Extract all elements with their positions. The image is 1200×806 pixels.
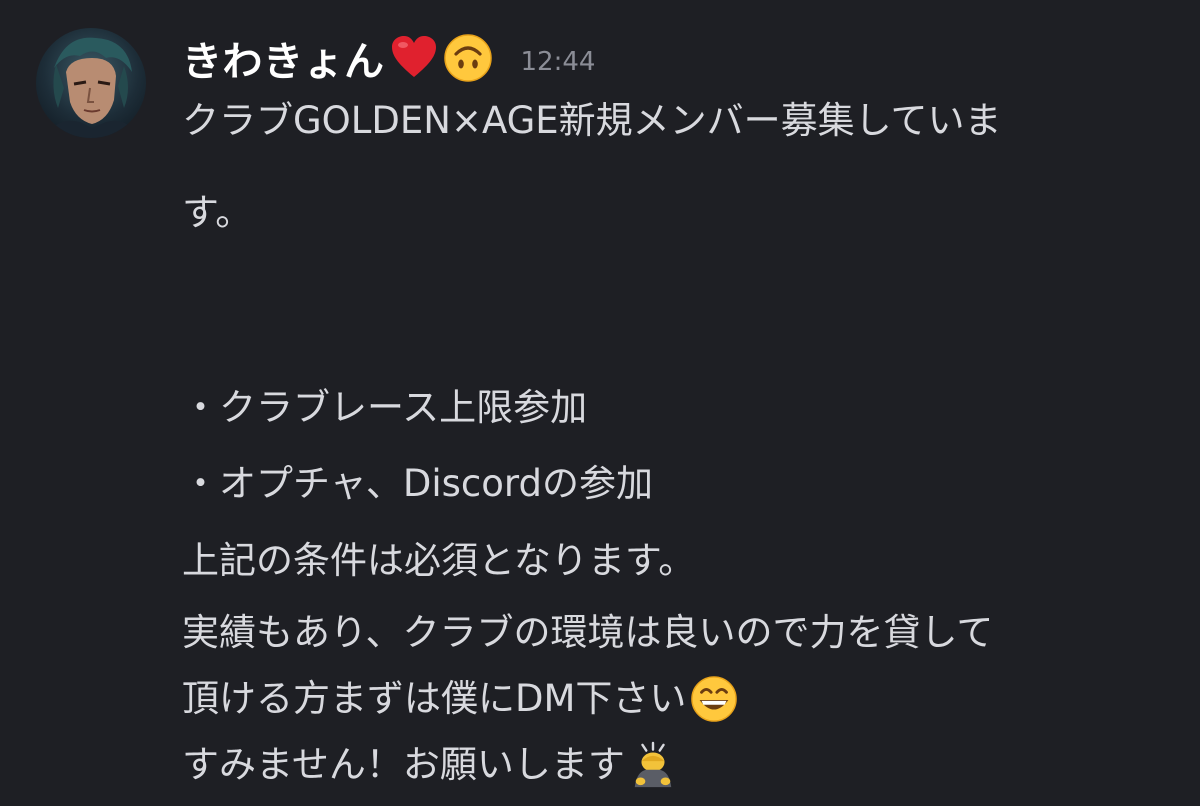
message-line-text: すみません！お願いします xyxy=(182,743,625,786)
message-line-text: ・オプチャ、Discordの参加 xyxy=(182,462,653,505)
username[interactable]: きわきょん xyxy=(182,29,385,87)
message-line: 実績もあり、クラブの環境は良いので力を貸して xyxy=(182,611,994,654)
chat-message: きわきょん 12:44 クラブGOLDEN×AGE新規メンバー募集していま す。… xyxy=(0,0,1200,791)
heart-emoji-icon xyxy=(389,33,439,83)
message-line: 上記の条件は必須となります。 xyxy=(182,539,696,582)
message-line: クラブGOLDEN×AGE新規メンバー募集していま xyxy=(182,99,1002,142)
message-content: クラブGOLDEN×AGE新規メンバー募集していま す。 ・クラブレース上限参加… xyxy=(182,92,1172,798)
grinning-face-emoji-icon xyxy=(690,675,738,723)
message-line: すみません！お願いします xyxy=(182,732,1172,798)
message-line: ・オプチャ、Discordの参加 xyxy=(182,446,1172,522)
avatar-portrait-icon xyxy=(46,37,138,138)
timestamp: 12:44 xyxy=(520,47,596,77)
message-header: きわきょん 12:44 xyxy=(182,26,595,90)
avatar[interactable] xyxy=(36,28,146,138)
message-line: ・クラブレース上限参加 xyxy=(182,386,588,429)
message-line: す。 xyxy=(182,191,253,234)
message-line-text: 頂ける方まずは僕にDM下さい xyxy=(182,677,687,720)
person-bowing-emoji-icon xyxy=(629,741,677,789)
upside-down-face-emoji-icon xyxy=(443,33,493,83)
message-line: 頂ける方まずは僕にDM下さい xyxy=(182,666,1172,732)
